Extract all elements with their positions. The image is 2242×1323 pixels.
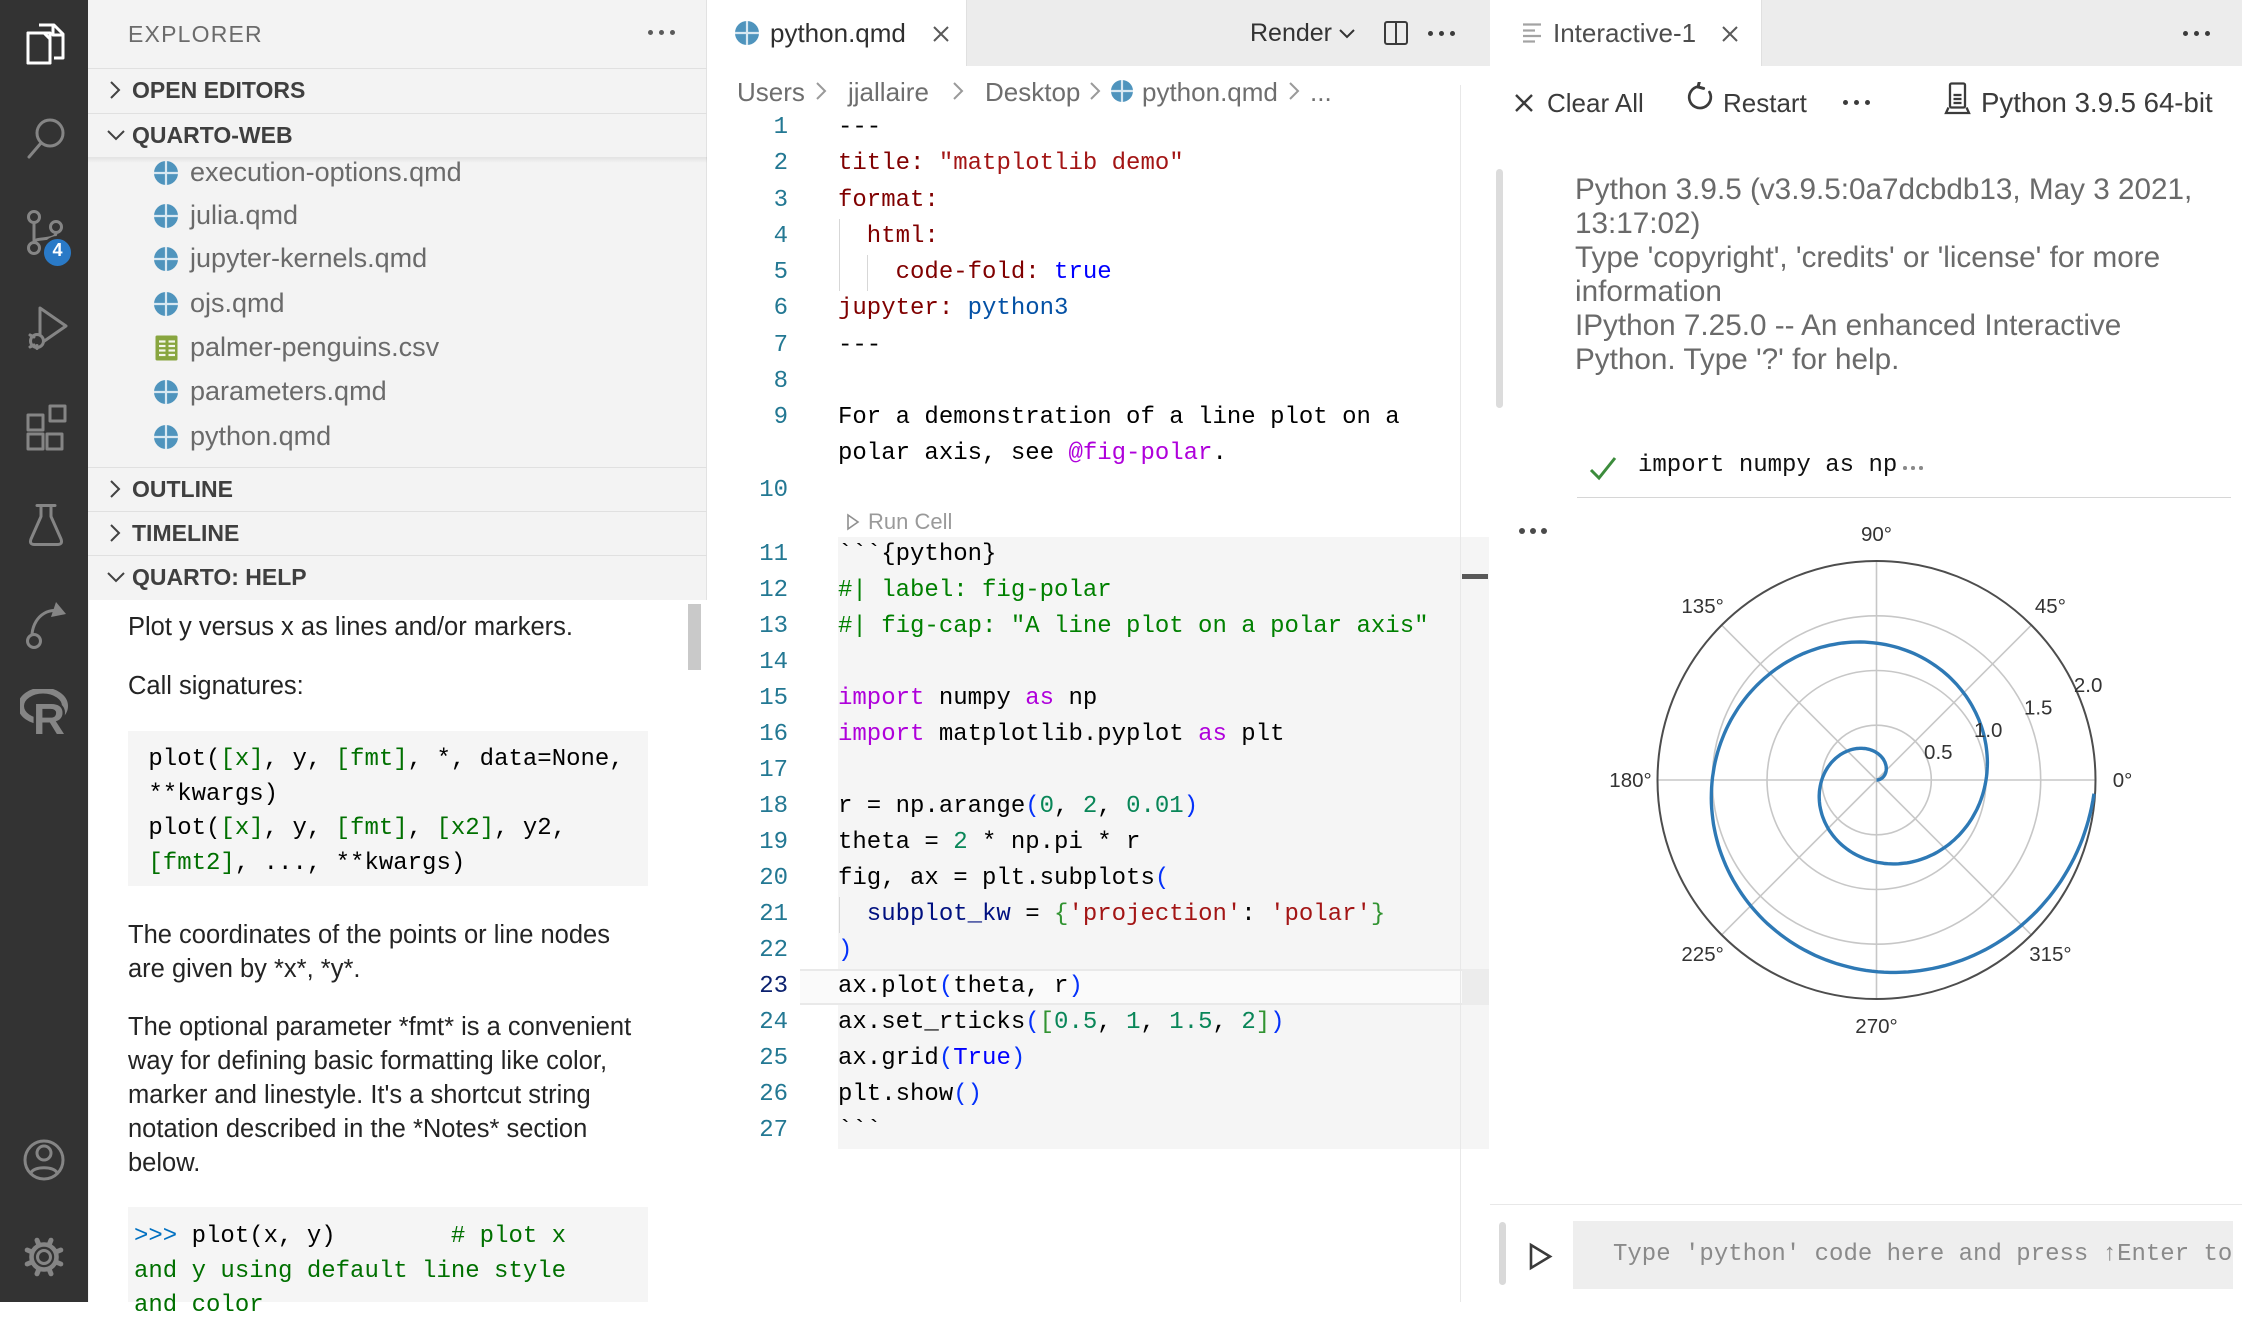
- svg-text:315°: 315°: [2029, 943, 2071, 966]
- svg-text:1.5: 1.5: [2024, 696, 2053, 719]
- svg-text:135°: 135°: [1681, 595, 1723, 618]
- svg-text:225°: 225°: [1681, 943, 1723, 966]
- svg-text:1.0: 1.0: [1974, 719, 2003, 742]
- svg-text:180°: 180°: [1609, 769, 1651, 792]
- svg-text:2.0: 2.0: [2074, 674, 2103, 697]
- svg-text:0°: 0°: [2113, 769, 2133, 792]
- svg-text:45°: 45°: [2035, 595, 2066, 618]
- svg-text:270°: 270°: [1855, 1015, 1897, 1038]
- svg-text:0.5: 0.5: [1924, 741, 1953, 764]
- svg-text:90°: 90°: [1861, 523, 1892, 546]
